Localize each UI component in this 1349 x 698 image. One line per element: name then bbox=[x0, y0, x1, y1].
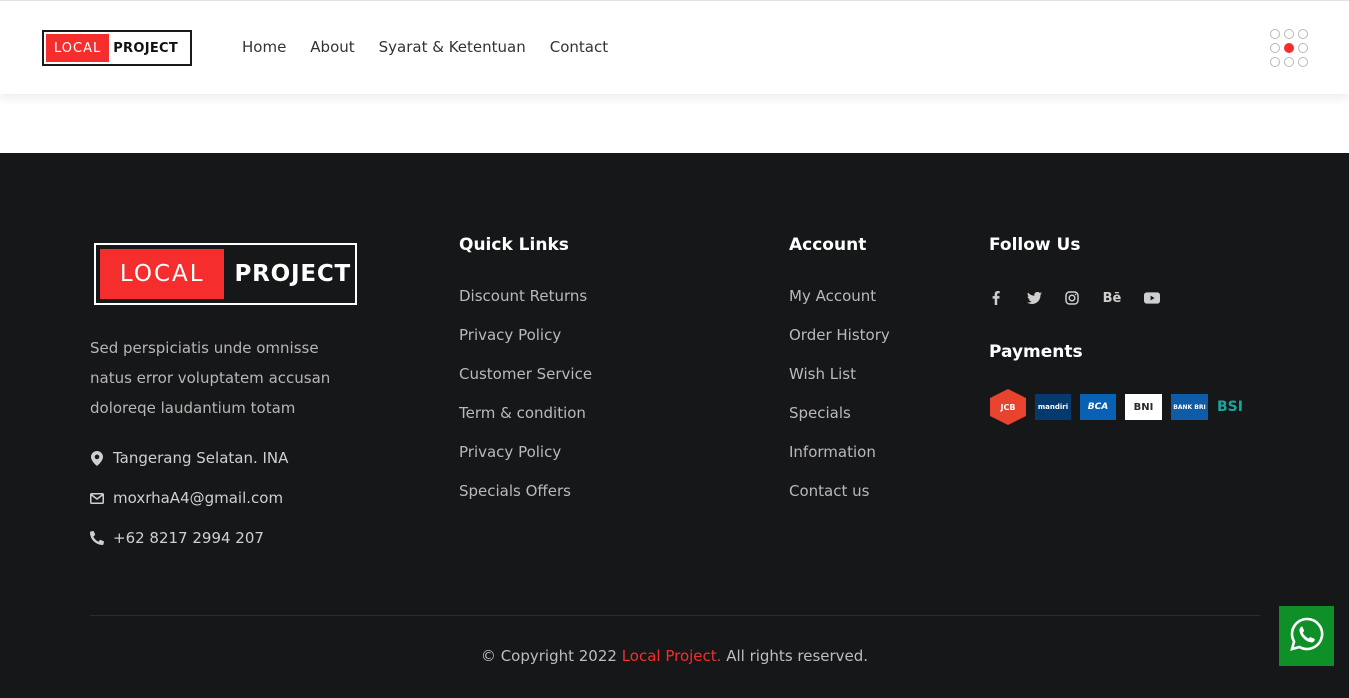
footer-about-text: Sed perspiciatis unde omnisse natus erro… bbox=[90, 339, 331, 417]
logo-local-text: LOCAL bbox=[100, 249, 225, 299]
dot bbox=[1270, 43, 1280, 53]
address-text: Tangerang Selatan. INA bbox=[113, 449, 289, 467]
payment-logos: JCB mandiri BCA BNI BANK BRI BSI bbox=[990, 389, 1266, 425]
footer-logo[interactable]: LOCAL PROJECT bbox=[94, 243, 357, 305]
phone-icon bbox=[90, 531, 104, 545]
quick-link-privacy-policy[interactable]: Privacy Policy bbox=[459, 326, 592, 365]
quick-link-terms[interactable]: Term & condition bbox=[459, 404, 592, 443]
quick-links-title: Quick Links bbox=[459, 235, 569, 255]
account-list: My Account Order History Wish List Speci… bbox=[789, 287, 890, 521]
header-logo[interactable]: LOCAL PROJECT bbox=[42, 30, 192, 66]
quick-link-discount-returns[interactable]: Discount Returns bbox=[459, 287, 592, 326]
dots-grid-icon[interactable] bbox=[1270, 29, 1310, 67]
dot bbox=[1284, 57, 1294, 67]
follow-us-title: Follow Us bbox=[989, 235, 1081, 255]
bni-logo: BNI bbox=[1125, 394, 1162, 420]
dot bbox=[1298, 57, 1308, 67]
contact-phone[interactable]: +62 8217 2994 207 bbox=[90, 529, 264, 547]
account-link-specials[interactable]: Specials bbox=[789, 404, 890, 443]
contact-email[interactable]: moxrhaA4@gmail.com bbox=[90, 489, 283, 507]
account-link-my-account[interactable]: My Account bbox=[789, 287, 890, 326]
bsi-logo: BSI bbox=[1217, 399, 1243, 415]
envelope-icon bbox=[90, 491, 104, 505]
behance-icon[interactable]: Bē bbox=[1102, 290, 1122, 306]
logo-project-text: PROJECT bbox=[234, 261, 351, 287]
dot bbox=[1298, 43, 1308, 53]
phone-text: +62 8217 2994 207 bbox=[113, 529, 264, 547]
site-footer: LOCAL PROJECT Sed perspiciatis unde omni… bbox=[0, 153, 1349, 698]
payments-title: Payments bbox=[989, 342, 1083, 362]
dot bbox=[1298, 29, 1308, 39]
dot bbox=[1284, 29, 1294, 39]
account-link-information[interactable]: Information bbox=[789, 443, 890, 482]
logo-local-text: LOCAL bbox=[46, 34, 110, 62]
account-link-contact-us[interactable]: Contact us bbox=[789, 482, 890, 521]
whatsapp-icon bbox=[1289, 616, 1325, 656]
instagram-icon[interactable] bbox=[1064, 290, 1080, 306]
copyright-brand-link[interactable]: Local Project. bbox=[622, 647, 722, 665]
copyright-suffix: All rights reserved. bbox=[721, 647, 869, 665]
whatsapp-button[interactable] bbox=[1279, 606, 1334, 666]
account-link-order-history[interactable]: Order History bbox=[789, 326, 890, 365]
mandiri-logo: mandiri bbox=[1035, 394, 1071, 420]
main-nav: Home About Syarat & Ketentuan Contact bbox=[242, 38, 632, 56]
contact-address: Tangerang Selatan. INA bbox=[90, 449, 288, 467]
facebook-icon[interactable] bbox=[988, 290, 1004, 306]
social-links: Bē bbox=[988, 290, 1182, 306]
account-title: Account bbox=[789, 235, 867, 255]
youtube-icon[interactable] bbox=[1144, 290, 1160, 306]
jcb-logo: JCB bbox=[990, 389, 1026, 425]
logo-project-text: PROJECT bbox=[113, 40, 179, 56]
twitter-icon[interactable] bbox=[1026, 290, 1042, 306]
nav-about[interactable]: About bbox=[310, 38, 354, 56]
account-link-wish-list[interactable]: Wish List bbox=[789, 365, 890, 404]
quick-link-customer-service[interactable]: Customer Service bbox=[459, 365, 592, 404]
dot-active bbox=[1284, 43, 1294, 53]
bri-logo: BANK BRI bbox=[1171, 394, 1208, 420]
nav-home[interactable]: Home bbox=[242, 38, 286, 56]
bca-logo: BCA bbox=[1080, 394, 1116, 420]
dot bbox=[1270, 29, 1280, 39]
nav-terms[interactable]: Syarat & Ketentuan bbox=[379, 38, 526, 56]
quick-links-list: Discount Returns Privacy Policy Customer… bbox=[459, 287, 592, 521]
map-marker-icon bbox=[90, 450, 104, 466]
email-text: moxrhaA4@gmail.com bbox=[113, 489, 284, 507]
footer-divider bbox=[90, 615, 1260, 616]
quick-link-privacy-policy-2[interactable]: Privacy Policy bbox=[459, 443, 592, 482]
copyright-text: © Copyright 2022 Local Project. All righ… bbox=[0, 647, 1349, 665]
dot bbox=[1270, 57, 1280, 67]
site-header: LOCAL PROJECT Home About Syarat & Ketent… bbox=[0, 0, 1349, 94]
nav-contact[interactable]: Contact bbox=[550, 38, 608, 56]
quick-link-specials-offers[interactable]: Specials Offers bbox=[459, 482, 592, 521]
copyright-prefix: © Copyright 2022 bbox=[480, 647, 622, 665]
